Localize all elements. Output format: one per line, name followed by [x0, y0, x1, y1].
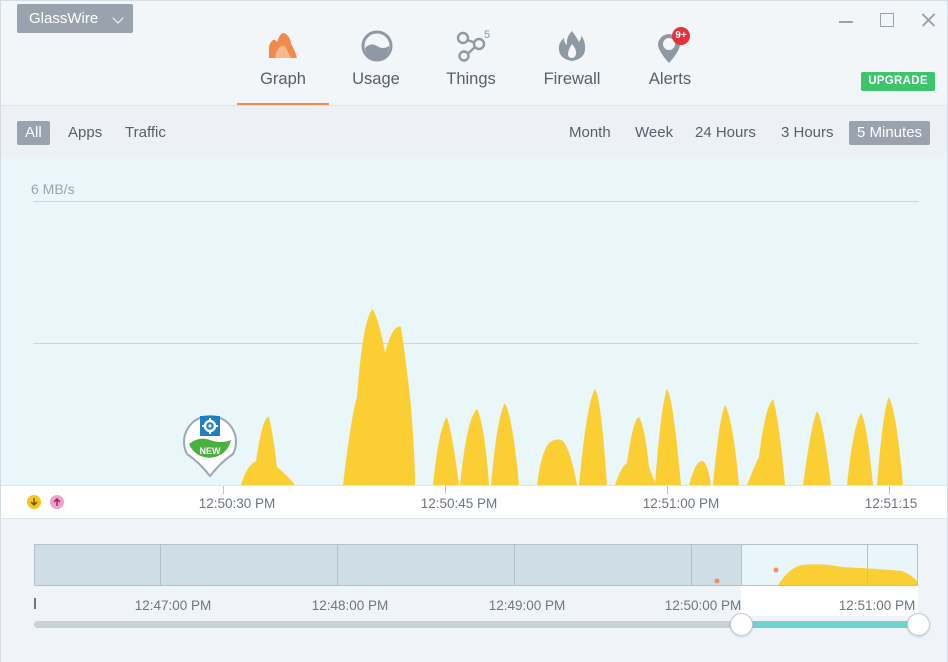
- axis-label: 12:50:45 PM: [420, 496, 498, 511]
- overview-label: 12:49:00 PM: [488, 598, 566, 613]
- tab-alerts[interactable]: 9+ Alerts: [635, 27, 705, 105]
- usage-icon: [361, 30, 393, 62]
- overview-marker: [714, 578, 720, 584]
- range-3-hours[interactable]: 3 Hours: [773, 121, 842, 145]
- timeline-right-handle[interactable]: [907, 613, 930, 636]
- overview-timeline[interactable]: 12:47:00 PM 12:48:00 PM 12:49:00 PM 12:5…: [1, 520, 947, 662]
- tab-usage-label: Usage: [352, 70, 400, 88]
- tab-firewall[interactable]: Firewall: [533, 27, 611, 105]
- filter-traffic[interactable]: Traffic: [117, 121, 174, 145]
- axis-tick: [889, 486, 890, 494]
- glasswire-window: GlassWire Graph Usage 5 Things Firewall …: [0, 0, 948, 662]
- overview-gridline: [514, 544, 515, 586]
- axis-label: 12:50:30 PM: [198, 496, 276, 511]
- overview-label: 12:47:00 PM: [134, 598, 212, 613]
- things-icon: [456, 31, 486, 62]
- app-menu-button[interactable]: GlassWire: [17, 4, 133, 33]
- overview-gridline: [867, 544, 868, 586]
- app-title: GlassWire: [29, 10, 99, 27]
- overview-gridline: [337, 544, 338, 586]
- timeline-left-handle[interactable]: [730, 613, 753, 636]
- chevron-down-icon: [112, 12, 124, 24]
- overview-waveform: [773, 564, 917, 585]
- overview-gridline: [691, 544, 692, 586]
- overview-gridline: [160, 544, 161, 586]
- overview-label: 12:50:00 PM: [664, 598, 742, 613]
- timeline-scroll-selection[interactable]: [741, 621, 919, 628]
- axis-tick: [667, 486, 668, 494]
- overview-label: 12:48:00 PM: [311, 598, 389, 613]
- close-button[interactable]: [919, 11, 937, 29]
- filter-bar: All Apps Traffic Month Week 24 Hours 3 H…: [1, 105, 947, 157]
- tab-graph-label: Graph: [260, 70, 306, 88]
- new-badge: NEW: [200, 446, 222, 456]
- tab-things[interactable]: 5 Things: [435, 27, 507, 105]
- tab-graph[interactable]: Graph: [237, 27, 329, 105]
- overview-start-marker: [34, 598, 36, 609]
- axis-label: 12:51:15: [864, 496, 918, 511]
- upload-legend-icon[interactable]: [50, 495, 64, 509]
- top-bar: GlassWire Graph Usage 5 Things Firewall …: [1, 1, 947, 105]
- upgrade-button[interactable]: UPGRADE: [861, 72, 935, 91]
- filter-apps[interactable]: Apps: [60, 121, 110, 145]
- range-week[interactable]: Week: [627, 121, 681, 145]
- axis-tick: [223, 486, 224, 494]
- minimize-button[interactable]: [837, 11, 855, 29]
- things-count: 5: [484, 29, 491, 41]
- tab-usage[interactable]: Usage: [337, 27, 415, 105]
- graph-icon: [269, 33, 297, 58]
- alerts-badge: 9+: [672, 27, 690, 45]
- time-axis: 12:50:30 PM 12:50:45 PM 12:51:00 PM 12:5…: [1, 485, 947, 519]
- tab-firewall-label: Firewall: [543, 70, 601, 88]
- range-24-hours[interactable]: 24 Hours: [687, 121, 764, 145]
- range-5-minutes[interactable]: 5 Minutes: [849, 121, 931, 145]
- axis-label: 12:51:00 PM: [642, 496, 720, 511]
- axis-tick: [445, 486, 446, 494]
- overview-selection[interactable]: [741, 544, 918, 586]
- flame-icon: [558, 31, 586, 61]
- traffic-graph[interactable]: 6 MB/s NEW: [1, 157, 947, 485]
- tab-things-label: Things: [446, 70, 496, 88]
- new-app-pin[interactable]: NEW: [181, 410, 239, 478]
- tab-alerts-label: Alerts: [648, 70, 692, 88]
- overview-label: 12:51:00 PM: [838, 598, 916, 613]
- filter-all[interactable]: All: [17, 121, 50, 145]
- download-legend-icon[interactable]: [27, 495, 41, 509]
- range-month[interactable]: Month: [561, 121, 619, 145]
- maximize-button[interactable]: [878, 11, 896, 29]
- traffic-waveform: [241, 309, 903, 485]
